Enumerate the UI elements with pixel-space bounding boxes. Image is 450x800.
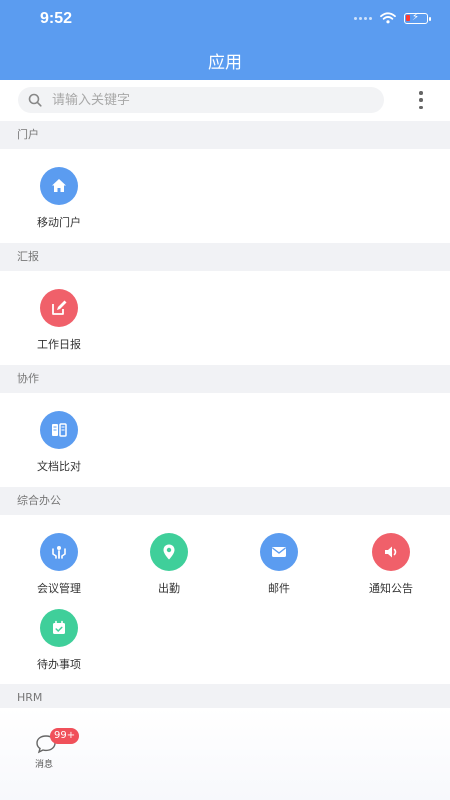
search-icon (28, 93, 42, 107)
search-input[interactable] (52, 90, 352, 110)
section-header-office: 综合办公 (0, 487, 450, 515)
calendar-check-icon (40, 609, 78, 647)
section-header-portal: 门户 (0, 121, 450, 149)
status-icons: ⚡ (354, 12, 431, 24)
section-header-report: 汇报 (0, 243, 450, 271)
location-icon (150, 533, 188, 571)
app-header: 9:52 ⚡ 应用 (0, 0, 450, 80)
app-label: 邮件 (268, 582, 290, 595)
app-mobile-portal[interactable]: 移动门户 (4, 167, 114, 237)
search-bar (0, 80, 450, 120)
battery-icon: ⚡ (404, 12, 431, 24)
more-options-icon[interactable] (418, 91, 424, 109)
unread-badge: 99+ (50, 728, 80, 744)
speaker-icon (372, 533, 410, 571)
app-attendance[interactable]: 出勤 (114, 533, 224, 603)
app-document-compare[interactable]: 文档比对 (4, 411, 114, 481)
app-todo[interactable]: 待办事项 (4, 609, 114, 679)
home-icon (40, 167, 78, 205)
mail-icon (260, 533, 298, 571)
status-time: 9:52 (40, 10, 73, 27)
document-compare-icon (40, 411, 78, 449)
app-daily-report[interactable]: 工作日报 (4, 289, 114, 359)
app-label: 工作日报 (37, 338, 81, 351)
edit-icon (40, 289, 78, 327)
app-label: 通知公告 (369, 582, 413, 595)
app-announcements[interactable]: 通知公告 (336, 533, 446, 603)
meeting-icon (40, 533, 78, 571)
section-header-collaboration: 协作 (0, 365, 450, 393)
wifi-icon (380, 12, 396, 24)
app-mail[interactable]: 邮件 (224, 533, 334, 603)
app-label: 文档比对 (37, 460, 81, 473)
app-meeting-management[interactable]: 会议管理 (4, 533, 114, 603)
app-label: 会议管理 (37, 582, 81, 595)
app-label: 出勤 (158, 582, 180, 595)
search-box[interactable] (18, 87, 384, 113)
page-title: 应用 (208, 53, 242, 73)
app-label: 待办事项 (37, 658, 81, 671)
app-label: 移动门户 (37, 216, 81, 229)
messages-label: 消息 (35, 760, 54, 770)
cellular-signal-icon (354, 16, 372, 20)
